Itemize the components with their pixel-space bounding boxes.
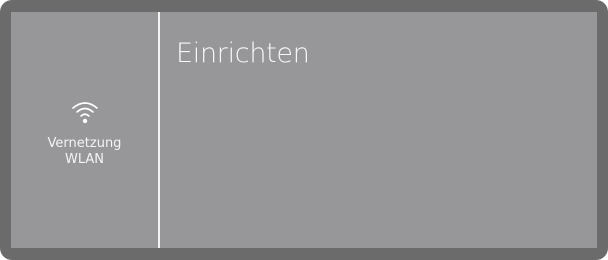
menu-context-panel[interactable]: Vernetzung WLAN (11, 12, 158, 248)
menu-subsection-label: WLAN (64, 152, 104, 167)
menu-section-label: Vernetzung (47, 136, 122, 151)
main-content: Einrichten (160, 12, 597, 248)
wifi-icon (71, 102, 98, 124)
device-bezel: Vernetzung WLAN Einrichten (0, 0, 608, 260)
display-screen: Vernetzung WLAN Einrichten (11, 12, 597, 248)
menu-option-setup[interactable]: Einrichten (176, 38, 310, 69)
